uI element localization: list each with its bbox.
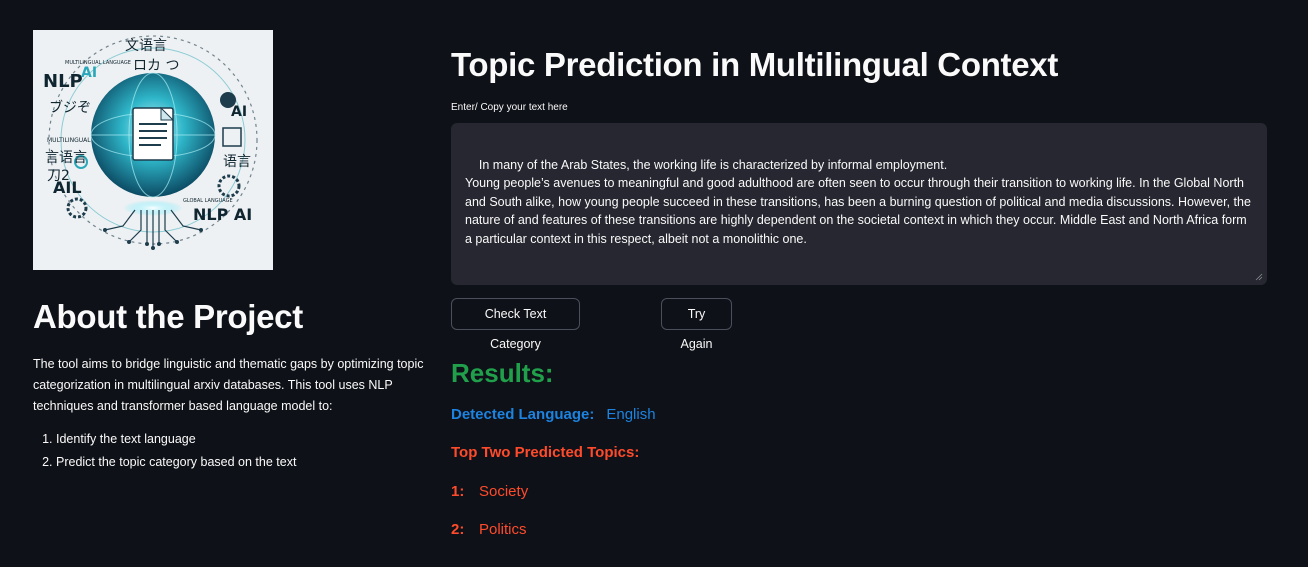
results-title: Results: [451, 358, 554, 388]
try-again-button[interactable]: Try Again [661, 298, 732, 351]
predicted-topic-item: 1: Society [451, 483, 528, 500]
predicted-topics-title: Top Two Predicted Topics: [451, 444, 640, 461]
svg-text:语言: 语言 [223, 154, 251, 170]
svg-text:MULTILINGUAL: MULTILINGUAL [47, 137, 91, 144]
text-input-value: In many of the Arab States, the working … [465, 157, 1251, 246]
svg-text:文语言: 文语言 [125, 38, 167, 54]
svg-text:刀2: 刀2 [47, 168, 70, 184]
svg-text:GLOBAL LANGUAGE: GLOBAL LANGUAGE [183, 198, 233, 204]
project-logo-image: NLP AI AIL NLP AI AI MULTILINGUAL LANGUA… [33, 30, 273, 270]
about-list-item: Predict the topic category based on the … [56, 451, 296, 474]
svg-text:ブジぞ: ブジぞ [49, 99, 91, 116]
text-input-label: Enter/ Copy your text here [451, 102, 568, 113]
svg-text:MULTILINGUAL LANGUAGE: MULTILINGUAL LANGUAGE [65, 60, 131, 66]
detected-language-value: English [606, 406, 656, 423]
page-title: Topic Prediction in Multilingual Context [451, 46, 1059, 83]
detected-language-row: Detected Language: English [451, 406, 656, 423]
about-list-item: Identify the text language [56, 428, 296, 451]
svg-text:NLP: NLP [43, 71, 83, 92]
main-content: Topic Prediction in Multilingual Context… [451, 0, 1271, 567]
topic-rank: 2: [451, 521, 465, 538]
about-feature-list: Identify the text language Predict the t… [33, 428, 296, 474]
svg-text:AI: AI [81, 65, 97, 81]
about-description: The tool aims to bridge linguistic and t… [33, 357, 424, 413]
svg-text:NLP AI: NLP AI [193, 205, 252, 224]
svg-text:AI: AI [231, 104, 247, 120]
topic-label: Politics [479, 521, 527, 538]
predicted-topic-item: 2: Politics [451, 521, 527, 538]
check-text-category-button[interactable]: Check Text Category [451, 298, 580, 351]
globe-document-illustration: NLP AI AIL NLP AI AI MULTILINGUAL LANGUA… [33, 30, 273, 270]
svg-text:ロカ つ: ロカ つ [133, 58, 179, 74]
text-input-area[interactable]: In many of the Arab States, the working … [451, 123, 1267, 285]
topic-label: Society [479, 483, 529, 500]
resize-handle-icon[interactable] [1255, 273, 1263, 281]
detected-language-label: Detected Language: [451, 406, 595, 423]
topic-rank: 1: [451, 483, 465, 500]
sidebar: NLP AI AIL NLP AI AI MULTILINGUAL LANGUA… [0, 0, 430, 567]
about-title: About the Project [33, 298, 303, 335]
svg-text:言语言: 言语言 [45, 150, 87, 166]
